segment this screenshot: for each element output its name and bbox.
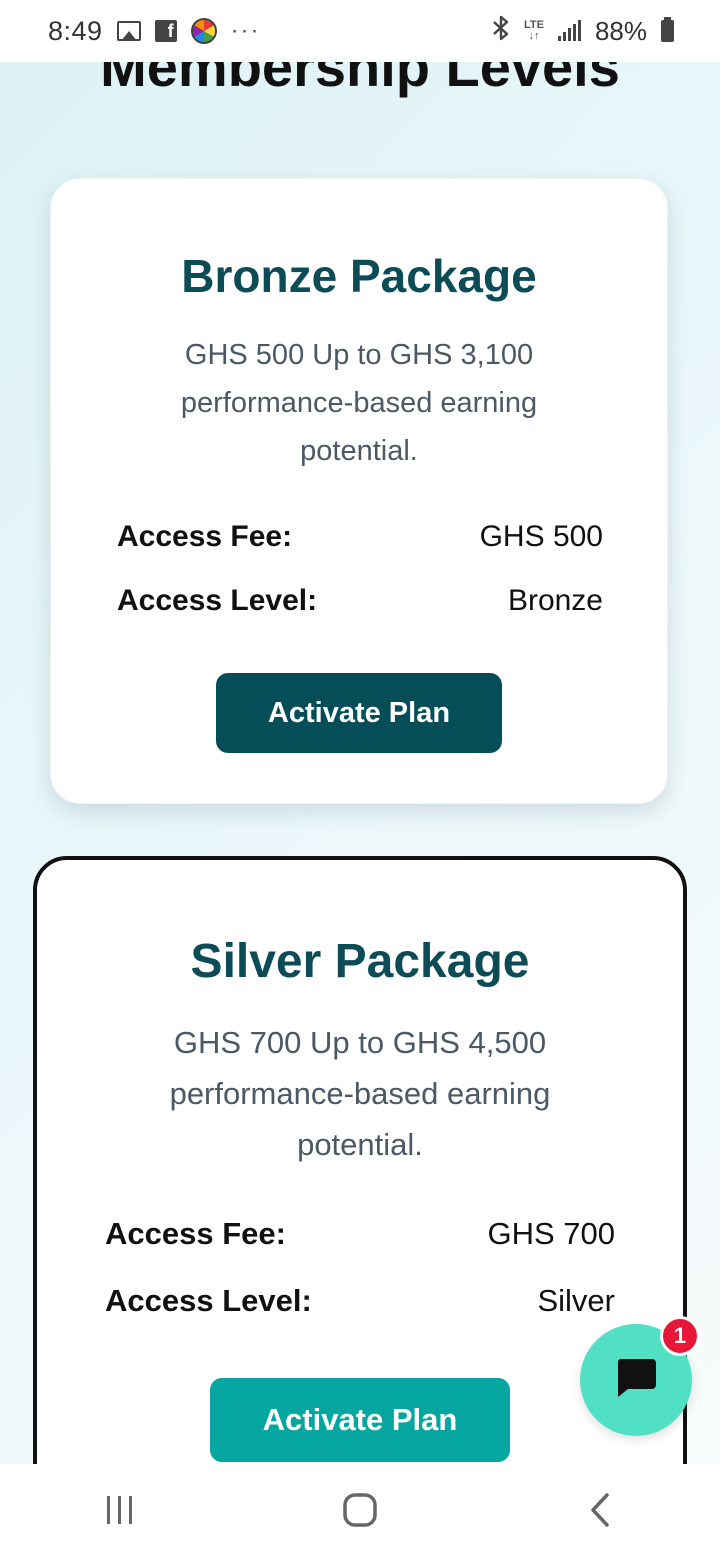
access-fee-row: Access Fee: GHS 500 (117, 505, 603, 569)
page-content[interactable]: Membership Levels Bronze Package GHS 500… (0, 62, 720, 1464)
package-description: GHS 500 Up to GHS 3,100 performance-base… (180, 339, 538, 467)
clock: 8:49 (48, 15, 103, 46)
back-icon (588, 1492, 612, 1533)
access-fee-label: Access Fee: (105, 1215, 286, 1251)
more-notifications-icon: ··· (230, 17, 261, 44)
activate-bronze-plan-button[interactable]: Activate Plan (216, 673, 502, 753)
status-bar-left: 8:49 f ··· (48, 16, 261, 47)
home-icon (342, 1492, 378, 1533)
access-fee-row: Access Fee: GHS 700 (105, 1200, 615, 1267)
access-level-row: Access Level: Bronze (117, 569, 603, 633)
battery-icon (661, 17, 674, 42)
game-notification-icon (190, 18, 217, 44)
navigation-bar (0, 1464, 720, 1560)
network-type-label: LTE (523, 19, 544, 31)
access-level-row: Access Level: Silver (105, 1267, 615, 1334)
access-level-label: Access Level: (105, 1282, 312, 1318)
recents-button[interactable] (80, 1482, 160, 1542)
facebook-notification-icon: f (154, 20, 177, 42)
package-title: Silver Package (190, 935, 530, 988)
signal-strength-icon (557, 20, 581, 41)
gallery-notification-icon (116, 21, 141, 41)
bluetooth-icon (492, 15, 510, 48)
status-bar: 8:49 f ··· LTE ↓↑ 88% (0, 0, 720, 62)
package-title: Bronze Package (181, 250, 537, 302)
package-description: GHS 700 Up to GHS 4,500 performance-base… (169, 1025, 551, 1162)
home-button[interactable] (320, 1482, 400, 1542)
app-screen: 8:49 f ··· LTE ↓↑ 88% Membership Levels B… (0, 0, 720, 1560)
bronze-package-card: Bronze Package GHS 500 Up to GHS 3,100 p… (50, 178, 668, 804)
chat-unread-badge: 1 (660, 1316, 700, 1356)
battery-percentage: 88% (594, 15, 647, 46)
status-bar-right: LTE ↓↑ 88% (492, 15, 674, 48)
activate-silver-plan-button[interactable]: Activate Plan (210, 1378, 510, 1462)
access-fee-value: GHS 700 (487, 1215, 615, 1251)
access-fee-label: Access Fee: (117, 520, 293, 553)
access-level-value: Silver (537, 1282, 615, 1318)
access-fee-value: GHS 500 (479, 520, 603, 553)
chat-bubble-icon (614, 1357, 658, 1404)
lte-icon: LTE ↓↑ (523, 19, 544, 42)
access-level-value: Bronze (507, 584, 603, 617)
section-title: Membership Levels (100, 62, 620, 98)
recents-icon (103, 1493, 137, 1532)
back-button[interactable] (560, 1482, 640, 1542)
access-level-label: Access Level: (117, 584, 318, 617)
